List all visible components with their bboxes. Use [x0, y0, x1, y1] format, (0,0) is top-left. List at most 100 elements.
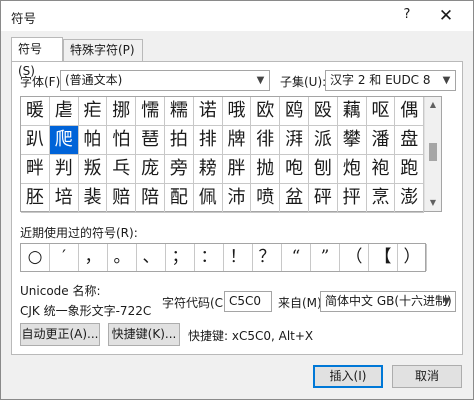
symbol-cell[interactable]: 盆	[280, 184, 309, 213]
help-button[interactable]: ?	[397, 7, 417, 25]
recent-symbol-cell[interactable]: ”	[311, 244, 340, 271]
symbol-cell[interactable]: 咆	[280, 155, 309, 184]
recent-symbol-cell[interactable]: 。	[108, 244, 137, 271]
symbol-cell[interactable]: 培	[49, 184, 79, 213]
tab-symbols[interactable]: 符号(S)	[11, 37, 63, 78]
symbol-cell[interactable]: 叛	[78, 155, 108, 184]
symbol-cell[interactable]: 畔	[21, 155, 50, 184]
symbol-dialog: 符号 ? ✕ 符号(S) 特殊字符(P) 字体(F): (普通文本) ▼ 子集(…	[0, 0, 474, 400]
symbol-cell[interactable]: 庞	[136, 155, 165, 184]
close-button[interactable]: ✕	[433, 4, 459, 28]
symbol-cell[interactable]: 排	[193, 126, 223, 155]
symbol-cell[interactable]: 藕	[337, 97, 367, 126]
insert-button[interactable]: 插入(I)	[313, 365, 383, 388]
symbol-cell[interactable]: 潘	[366, 126, 396, 155]
symbol-cell[interactable]: 呕	[366, 97, 396, 126]
from-label: 来自(M):	[278, 296, 326, 310]
symbol-cell[interactable]: 徘	[251, 126, 281, 155]
symbol-cell[interactable]: 刨	[309, 155, 338, 184]
symbol-cell[interactable]: 暖	[21, 97, 50, 126]
symbol-cell[interactable]: 怕	[107, 126, 137, 155]
symbol-cell[interactable]: 乓	[107, 155, 137, 184]
symbol-cell[interactable]: 虐	[49, 97, 79, 126]
from-select[interactable]: 简体中文 GB(十六进制) ▼	[320, 291, 456, 312]
symbol-cell[interactable]: 懦	[136, 97, 165, 126]
symbol-cell[interactable]: 帕	[78, 126, 108, 155]
symbol-cell[interactable]: 牌	[222, 126, 252, 155]
symbol-cell[interactable]: 哦	[222, 97, 252, 126]
subset-select[interactable]: 汉字 2 和 EUDC 8 ▼	[325, 70, 456, 91]
cancel-button[interactable]: 取消	[392, 365, 462, 388]
symbol-cell[interactable]: 陪	[136, 184, 165, 213]
unicode-name-label: Unicode 名称:	[20, 284, 101, 298]
symbol-cell[interactable]: 烹	[366, 184, 396, 213]
char-code-input[interactable]: C5C0	[224, 291, 272, 312]
recent-symbol-cell[interactable]: ○	[21, 244, 50, 271]
symbol-cell[interactable]: 喷	[251, 184, 281, 213]
symbol-cell[interactable]: 诺	[193, 97, 223, 126]
symbol-cell[interactable]: 跑	[395, 155, 425, 184]
symbol-cell-selected[interactable]: 爬	[49, 126, 79, 155]
recent-symbol-cell[interactable]: ；	[166, 244, 195, 271]
recent-symbol-cell[interactable]: （	[340, 244, 369, 271]
symbol-cell[interactable]: 沛	[222, 184, 252, 213]
symbol-cell[interactable]: 鸥	[280, 97, 309, 126]
symbol-grid-row: 胚 培 裴 赔 陪 配 佩 沛 喷 盆 砰 抨 烹 澎	[21, 184, 425, 213]
symbol-cell[interactable]: 旁	[165, 155, 194, 184]
symbol-cell[interactable]: 判	[49, 155, 79, 184]
chevron-down-icon: ▼	[256, 75, 265, 86]
autocorrect-button[interactable]: 自动更正(A)...	[20, 323, 100, 346]
symbol-cell[interactable]: 抛	[251, 155, 281, 184]
symbol-cell[interactable]: 裴	[78, 184, 108, 213]
symbol-cell[interactable]: 疟	[78, 97, 108, 126]
scroll-up-arrow-icon[interactable]: ▲	[425, 97, 441, 113]
symbol-cell[interactable]: 趴	[21, 126, 50, 155]
recent-symbol-cell[interactable]: “	[282, 244, 311, 271]
symbol-grid-scrollbar[interactable]: ▲ ▼	[424, 97, 441, 211]
recent-symbol-cell[interactable]: 、	[137, 244, 166, 271]
from-value: 简体中文 GB(十六进制)	[325, 294, 452, 308]
char-code-label: 字符代码(C):	[162, 296, 232, 310]
recent-symbol-cell[interactable]: ′	[50, 244, 79, 271]
subset-value: 汉字 2 和 EUDC 8	[330, 73, 431, 87]
recent-symbol-cell[interactable]: 【	[369, 244, 398, 271]
tab-special-characters[interactable]: 特殊字符(P)	[63, 39, 143, 61]
symbol-cell[interactable]: 赔	[107, 184, 137, 213]
symbol-grid-row: 畔 判 叛 乓 庞 旁 耪 胖 抛 咆 刨 炮 袍 跑	[21, 155, 425, 184]
title-bar: 符号 ? ✕	[1, 1, 473, 31]
font-value: (普通文本)	[65, 73, 123, 87]
symbol-cell[interactable]: 袍	[366, 155, 396, 184]
symbol-cell[interactable]: 派	[309, 126, 338, 155]
scrollbar-thumb[interactable]	[429, 143, 437, 161]
symbol-cell[interactable]: 殴	[309, 97, 338, 126]
dialog-title: 符号	[11, 11, 37, 26]
symbol-cell[interactable]: 琶	[136, 126, 165, 155]
symbol-cell[interactable]: 炮	[337, 155, 367, 184]
symbol-cell[interactable]: 胖	[222, 155, 252, 184]
recent-symbol-cell[interactable]: ，	[79, 244, 108, 271]
symbol-cell[interactable]: 攀	[337, 126, 367, 155]
recent-symbol-cell[interactable]: ：	[195, 244, 224, 271]
shortcut-key-button[interactable]: 快捷键(K)...	[108, 323, 180, 346]
symbol-cell[interactable]: 澎	[395, 184, 425, 213]
symbol-cell[interactable]: 欧	[251, 97, 281, 126]
symbol-cell[interactable]: 偶	[395, 97, 425, 126]
scroll-down-arrow-icon[interactable]: ▼	[425, 195, 441, 211]
symbol-cell[interactable]: 佩	[193, 184, 223, 213]
symbol-cell[interactable]: 抨	[337, 184, 367, 213]
symbol-cell[interactable]: 湃	[280, 126, 309, 155]
symbol-cell[interactable]: 盘	[395, 126, 425, 155]
symbol-grid: 暖 虐 疟 挪 懦 糯 诺 哦 欧 鸥 殴 藕 呕 偶 趴 爬 帕 怕 琶 拍 …	[20, 96, 442, 213]
symbol-cell[interactable]: 挪	[107, 97, 137, 126]
symbol-cell[interactable]: 耪	[193, 155, 223, 184]
recent-symbol-cell[interactable]: ？	[253, 244, 282, 271]
symbol-cell[interactable]: 砰	[309, 184, 338, 213]
symbol-cell[interactable]: 糯	[165, 97, 194, 126]
symbol-cell[interactable]: 配	[165, 184, 194, 213]
recent-symbol-cell[interactable]: ）	[398, 244, 427, 271]
recent-symbols-row: ○ ′ ， 。 、 ； ： ！ ？ “ ” （ 【 ）	[20, 243, 427, 272]
symbol-cell[interactable]: 拍	[165, 126, 194, 155]
font-select[interactable]: (普通文本) ▼	[60, 70, 270, 91]
recent-symbol-cell[interactable]: ！	[224, 244, 253, 271]
symbol-cell[interactable]: 胚	[21, 184, 50, 213]
